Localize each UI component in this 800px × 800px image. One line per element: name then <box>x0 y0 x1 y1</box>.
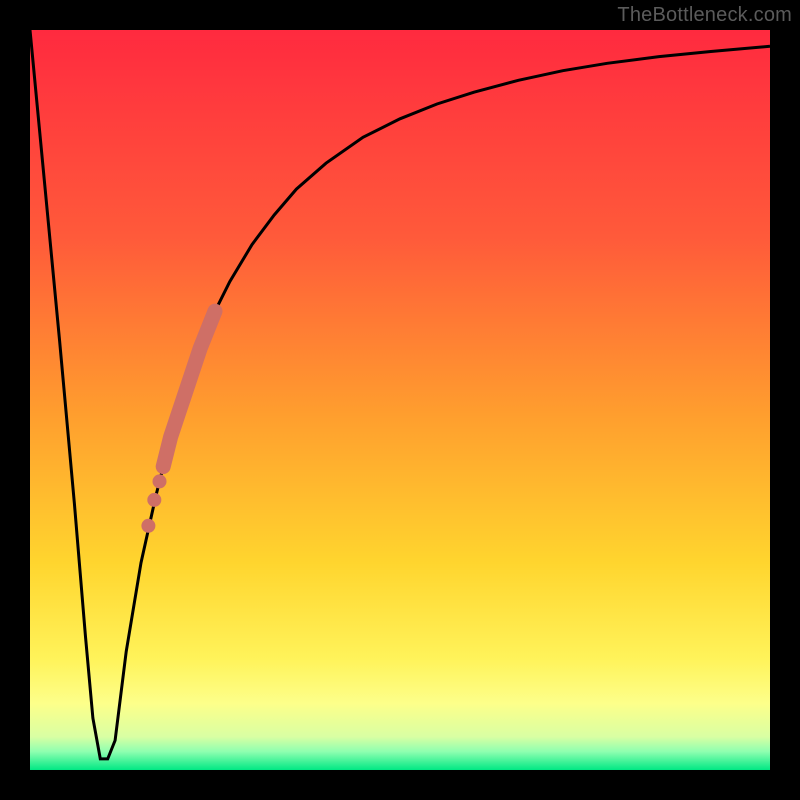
attribution-label: TheBottleneck.com <box>617 4 792 27</box>
chart-svg <box>30 30 770 770</box>
gradient-background <box>30 30 770 770</box>
plot-area <box>30 30 770 770</box>
highlight-dot <box>147 493 161 507</box>
highlight-dot <box>153 474 167 488</box>
chart-frame: TheBottleneck.com <box>0 0 800 800</box>
highlight-dot <box>141 519 155 533</box>
